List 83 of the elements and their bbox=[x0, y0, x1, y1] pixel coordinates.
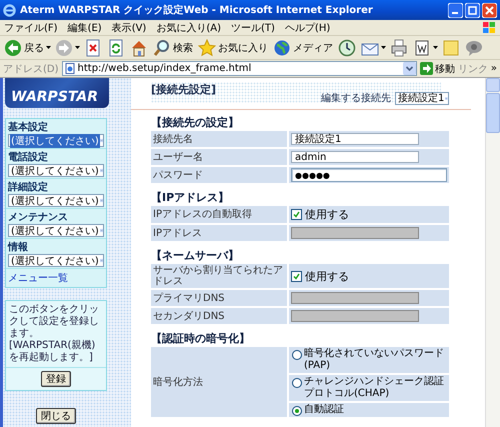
caret-icon bbox=[75, 46, 80, 50]
field-label: IPアドレス bbox=[151, 225, 287, 241]
go-button[interactable]: 移動 bbox=[420, 62, 455, 76]
caret-icon bbox=[433, 46, 438, 50]
field-label: プライマリDNS bbox=[151, 290, 287, 306]
radio-button[interactable] bbox=[292, 350, 302, 360]
field-label: パスワード bbox=[151, 167, 287, 183]
menu-item[interactable]: 表示(V) bbox=[112, 20, 146, 34]
menu-item[interactable]: 編集(E) bbox=[68, 20, 102, 34]
register-button[interactable]: 登録 bbox=[41, 371, 71, 387]
field-label: セカンダリDNS bbox=[151, 308, 287, 324]
radio-label: チャレンジハンドシェーク認証プロトコル(CHAP) bbox=[304, 376, 445, 400]
section-heading: 【IPアドレス】 bbox=[151, 190, 230, 205]
radio-button[interactable] bbox=[292, 378, 302, 388]
caret-icon bbox=[381, 46, 386, 50]
more-chevron[interactable]: » bbox=[490, 63, 497, 74]
address-label: アドレス(D) bbox=[3, 62, 59, 76]
checkbox-label: 使用する bbox=[305, 268, 349, 284]
close-icon[interactable] bbox=[482, 2, 497, 18]
toolbar-button[interactable]: お気に入り bbox=[197, 38, 269, 56]
section-heading: 【認証時の暗号化】 bbox=[151, 331, 251, 346]
page-icon bbox=[64, 63, 75, 74]
checkbox-label: 使用する bbox=[305, 207, 349, 222]
radio-label: 自動認証 bbox=[304, 404, 344, 416]
field-label: IPアドレスの自動取得 bbox=[151, 206, 287, 223]
home-icon bbox=[130, 38, 148, 56]
password-field[interactable]: ●●●●● bbox=[291, 168, 447, 182]
windows-flag-icon bbox=[482, 21, 496, 34]
menu-label: 詳細設定 bbox=[8, 180, 49, 194]
refresh-icon bbox=[107, 38, 125, 56]
scrollbar[interactable] bbox=[485, 78, 500, 427]
menu-item[interactable]: ツール(T) bbox=[231, 20, 275, 34]
field-label: 暗号化方法 bbox=[151, 347, 287, 417]
menu-select[interactable]: (選択してください) bbox=[8, 254, 104, 267]
field-label: ユーザー名 bbox=[151, 149, 287, 165]
globe-icon bbox=[273, 38, 291, 56]
menu-select[interactable]: (選択してください) bbox=[8, 194, 104, 207]
menu-item[interactable]: お気に入り(A) bbox=[156, 20, 221, 34]
minimize-icon[interactable] bbox=[448, 2, 463, 18]
text-field[interactable]: 接続設定1 bbox=[291, 133, 419, 145]
text-field[interactable]: admin bbox=[291, 151, 419, 163]
menu-select[interactable]: (選択してください) bbox=[8, 134, 104, 147]
radio-label: 暗号化されていないパスワード(PAP) bbox=[304, 348, 445, 372]
window-title: Aterm WARPSTAR クイック設定Web - Microsoft Internet Explorer bbox=[20, 3, 374, 17]
edit-target-select[interactable]: 接続設定1 bbox=[395, 92, 449, 104]
toolbar-button[interactable]: 検索 bbox=[152, 38, 194, 56]
menu-label: 情報 bbox=[8, 240, 29, 254]
menu-item[interactable]: ヘルプ(H) bbox=[284, 20, 330, 34]
checkbox[interactable] bbox=[291, 209, 302, 220]
clock-icon bbox=[338, 38, 356, 56]
menu-list-link[interactable]: メニュー一覧 bbox=[6, 269, 106, 287]
section-heading: 【接続先の設定】 bbox=[151, 115, 240, 130]
menu-item[interactable]: ファイル(F) bbox=[4, 20, 58, 34]
printer-icon bbox=[390, 38, 408, 56]
document-icon bbox=[413, 38, 431, 56]
toolbar-button[interactable] bbox=[337, 38, 357, 56]
toolbar-button[interactable] bbox=[389, 38, 409, 56]
go-arrow-icon bbox=[420, 62, 433, 75]
speech-bubble-icon bbox=[465, 38, 483, 56]
menu-label: 基本設定 bbox=[8, 120, 49, 134]
logo: WARPSTAR bbox=[5, 78, 109, 108]
search-icon bbox=[153, 38, 171, 56]
browser-icon bbox=[3, 4, 16, 16]
radio-button[interactable] bbox=[292, 406, 302, 416]
star-icon bbox=[198, 38, 216, 56]
menu-select[interactable]: (選択してください) bbox=[8, 164, 104, 177]
register-note: このボタンをクリックして設定を登録します。[WARPSTAR(親機)を再起動します。] bbox=[6, 301, 106, 368]
toolbar-button[interactable]: メディア bbox=[272, 38, 334, 56]
section-heading: 【ネームサーバ】 bbox=[151, 248, 240, 263]
note-icon bbox=[442, 38, 460, 56]
caret-icon bbox=[46, 46, 51, 50]
checkbox[interactable] bbox=[291, 270, 302, 282]
menu-label: メンテナンス bbox=[8, 211, 69, 224]
maximize-icon[interactable] bbox=[465, 2, 480, 18]
menu-select[interactable]: (選択してください) bbox=[8, 224, 104, 237]
stop-icon bbox=[84, 38, 102, 56]
field-label: サーバから割り当てられたアドレス bbox=[151, 264, 287, 288]
edit-target-label: 編集する接続先 bbox=[321, 92, 391, 105]
address-field[interactable]: http://web.setup/index_frame.html bbox=[62, 61, 417, 76]
close-button[interactable]: 閉じる bbox=[36, 408, 76, 424]
field-label: 接続先名 bbox=[151, 131, 287, 147]
toolbar-button[interactable]: 戻る bbox=[3, 38, 45, 56]
menu-label: 電話設定 bbox=[8, 150, 49, 164]
